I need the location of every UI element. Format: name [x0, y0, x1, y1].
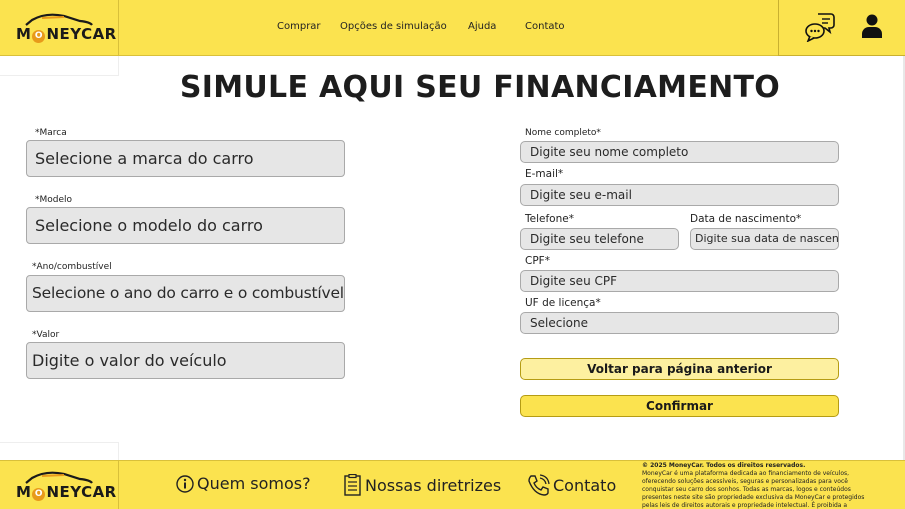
footer-contato[interactable]: Contato	[527, 474, 616, 497]
nome-input[interactable]: Digite seu nome completo	[520, 141, 839, 163]
confirm-button[interactable]: Confirmar	[520, 395, 839, 417]
back-button[interactable]: Voltar para página anterior	[520, 358, 839, 380]
ano-combustivel-select[interactable]: Selecione o ano do carro e o combustível	[26, 275, 345, 312]
phone-icon	[528, 474, 550, 496]
marca-select[interactable]: Selecione a marca do carro	[26, 140, 345, 177]
footer-bar: M O NEYCAR Quem somos? Nossas diretrizes C…	[0, 460, 905, 509]
footer-diretrizes[interactable]: Nossas diretrizes	[343, 474, 501, 496]
logo-text: M O NEYCAR	[16, 482, 117, 501]
telefone-input[interactable]: Digite seu telefone	[520, 228, 679, 250]
uf-label: UF de licença*	[525, 297, 601, 309]
page-title: SIMULE AQUI SEU FINANCIAMENTO	[179, 70, 781, 105]
footer-quem-somos[interactable]: Quem somos?	[176, 474, 311, 493]
footer-logo[interactable]: M O NEYCAR	[0, 461, 119, 509]
footer-link-label: Contato	[553, 476, 617, 495]
nav-opcoes-simulacao[interactable]: Opções de simulação	[340, 21, 447, 32]
user-icon[interactable]	[862, 14, 882, 38]
email-label: E-mail*	[525, 168, 564, 180]
nav-ajuda[interactable]: Ajuda	[468, 21, 496, 32]
nav-contato[interactable]: Contato	[525, 21, 565, 32]
email-input[interactable]: Digite seu e-mail	[520, 184, 839, 206]
valor-label: *Valor	[32, 330, 60, 340]
nascimento-input[interactable]: Digite sua data de nascença	[690, 228, 839, 250]
modelo-label: *Modelo	[35, 195, 73, 205]
info-icon	[176, 474, 194, 493]
nav-comprar[interactable]: Comprar	[277, 21, 321, 32]
header-bar: M O NEYCAR Comprar Opções de simulação Aju…	[0, 0, 905, 56]
cpf-label: CPF*	[525, 255, 550, 267]
copyright-text: MoneyCar é uma plataforma dedicada ao fi…	[642, 470, 865, 509]
chat-icon[interactable]	[805, 12, 835, 42]
header-icons	[778, 0, 905, 56]
ano-label: *Ano/combustível	[32, 262, 112, 272]
copyright-title: © 2025 MoneyCar. Todos os direitos reser…	[642, 462, 806, 469]
decorative-divider	[0, 442, 119, 460]
uf-select[interactable]: Selecione	[520, 312, 839, 334]
footer-copyright: © 2025 MoneyCar. Todos os direitos reser…	[642, 462, 874, 509]
footer-link-label: Quem somos?	[197, 474, 311, 493]
cpf-input[interactable]: Digite seu CPF	[520, 270, 839, 292]
telefone-label: Telefone*	[525, 213, 574, 225]
document-icon	[344, 474, 361, 496]
footer-link-label: Nossas diretrizes	[365, 475, 502, 495]
modelo-select[interactable]: Selecione o modelo do carro	[26, 207, 345, 244]
nascimento-label: Data de nascimento*	[690, 213, 802, 225]
nome-label: Nome completo*	[525, 128, 601, 138]
header-logo[interactable]: M O NEYCAR	[0, 0, 119, 56]
marca-label: *Marca	[35, 128, 67, 138]
logo-text: M O NEYCAR	[16, 25, 117, 43]
valor-input[interactable]: Digite o valor do veículo	[26, 342, 345, 379]
